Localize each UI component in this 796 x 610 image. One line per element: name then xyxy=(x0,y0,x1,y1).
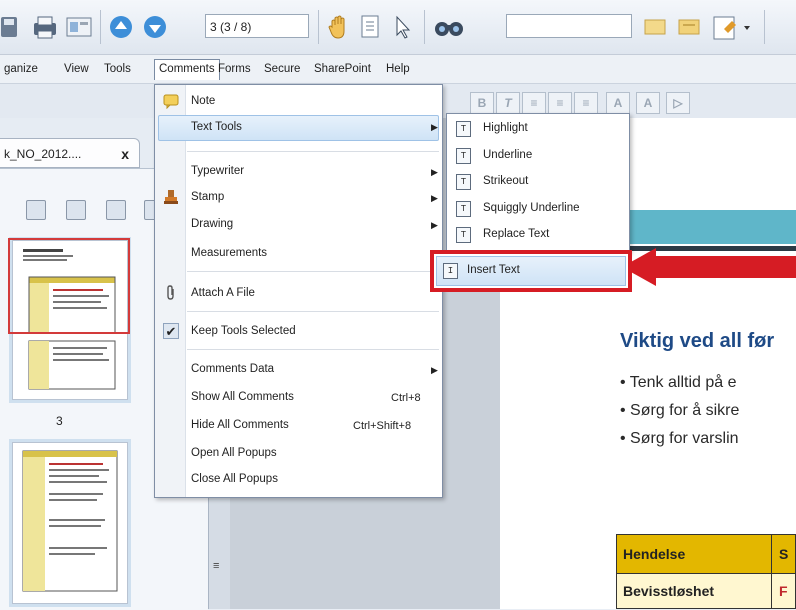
menu-item-typewriter[interactable]: Typewriter xyxy=(191,165,244,177)
align-center-icon: ≡ xyxy=(548,92,572,114)
underline-text-icon: T xyxy=(456,148,471,164)
highlight-text-icon: T xyxy=(456,121,471,137)
thumbnail-tool-icon[interactable] xyxy=(106,200,126,220)
submenu-arrow-icon: ▶ xyxy=(431,220,438,230)
table-header-row: Hendelse S xyxy=(616,534,796,574)
document-heading: Viktig ved all før xyxy=(620,330,775,352)
replace-text-icon: T xyxy=(456,227,471,243)
close-icon[interactable]: x xyxy=(121,139,129,169)
submenu-item-replace-text[interactable]: Replace Text xyxy=(483,228,549,240)
submenu-arrow-icon: ▶ xyxy=(431,193,438,203)
print-icon[interactable] xyxy=(30,10,60,44)
text-direction-icon: ▷ xyxy=(666,92,690,114)
submenu-arrow-icon: ▶ xyxy=(431,122,438,132)
table-cell: F xyxy=(779,583,788,599)
menu-forms[interactable]: Forms xyxy=(214,60,255,78)
menu-item-text-tools[interactable]: Text Tools xyxy=(191,121,242,133)
thumbnail-tool-icon[interactable] xyxy=(66,200,86,220)
document-bullet: • Sørg for varslin xyxy=(620,430,739,447)
shortcut-label: Ctrl+8 xyxy=(391,392,421,404)
italic-icon: T xyxy=(496,92,520,114)
menu-view[interactable]: View xyxy=(60,60,93,78)
font-size-icon: A xyxy=(606,92,630,114)
page-number-input[interactable]: 3 (3 / 8) xyxy=(205,14,309,38)
highlight-icon[interactable] xyxy=(640,10,670,44)
menu-item-measurements[interactable]: Measurements xyxy=(191,247,267,259)
stamp-icon[interactable] xyxy=(708,10,758,44)
table-header-cell: Hendelse xyxy=(623,546,686,562)
submenu-item-strikeout[interactable]: Strikeout xyxy=(483,175,528,187)
main-toolbar: 3 (3 / 8) xyxy=(0,0,796,55)
document-bullet: • Sørg for å sikre xyxy=(620,402,740,419)
document-tab[interactable]: k_NO_2012.... x xyxy=(0,138,140,168)
menu-item-attach-file[interactable]: Attach A File xyxy=(191,287,255,299)
prev-page-icon[interactable] xyxy=(106,10,136,44)
table-header-cell: S xyxy=(779,546,789,562)
checkmark-icon: ✔ xyxy=(163,323,179,339)
thumbnail-tool-icon[interactable] xyxy=(26,200,46,220)
comment-icon[interactable] xyxy=(674,10,704,44)
document-tab-label: k_NO_2012.... xyxy=(4,147,82,161)
document-bullet: • Tenk alltid på e xyxy=(620,374,737,391)
squiggly-underline-icon: T xyxy=(456,201,471,217)
comments-menu: Note Text Tools ▶ Typewriter ▶ Stamp ▶ D… xyxy=(154,84,443,498)
annotation-arrow xyxy=(650,256,796,278)
menu-item-drawing[interactable]: Drawing xyxy=(191,218,233,230)
table-row: Bevisstløshet F xyxy=(616,574,796,609)
bold-icon: B xyxy=(470,92,494,114)
hand-tool-icon[interactable] xyxy=(324,10,354,44)
align-right-icon: ≡ xyxy=(574,92,598,114)
splitter-grip-icon[interactable]: ≡ xyxy=(213,560,219,572)
menu-item-note[interactable]: Note xyxy=(191,95,215,107)
text-tools-submenu: T Highlight T Underline T Strikeout T Sq… xyxy=(446,113,630,253)
menu-sharepoint[interactable]: SharePoint xyxy=(310,60,375,78)
menu-item-stamp[interactable]: Stamp xyxy=(191,191,224,203)
menu-bar: ganize View Tools Comments Forms Secure … xyxy=(0,55,796,84)
find-icon[interactable] xyxy=(432,10,466,44)
next-page-icon[interactable] xyxy=(140,10,170,44)
table-cell: Bevisstløshet xyxy=(623,583,715,599)
menu-item-hide-all-comments[interactable]: Hide All Comments xyxy=(191,419,289,431)
menu-item-keep-tools-selected[interactable]: Keep Tools Selected xyxy=(191,325,296,337)
menu-item-comments-data[interactable]: Comments Data xyxy=(191,363,274,375)
stamp-icon xyxy=(163,189,179,205)
menu-item-close-all-popups[interactable]: Close All Popups xyxy=(191,473,278,485)
thumbnail-selection-marker xyxy=(8,238,130,334)
submenu-item-insert-text-label: Insert Text xyxy=(467,264,520,276)
menu-tools[interactable]: Tools xyxy=(100,60,135,78)
menu-comments[interactable]: Comments xyxy=(154,59,220,80)
paperclip-icon xyxy=(163,285,179,301)
menu-secure[interactable]: Secure xyxy=(260,60,304,78)
strikeout-text-icon: T xyxy=(456,174,471,190)
menu-help[interactable]: Help xyxy=(382,60,414,78)
find-input[interactable] xyxy=(506,14,632,38)
menu-item-open-all-popups[interactable]: Open All Popups xyxy=(191,447,277,459)
select-text-icon[interactable] xyxy=(356,10,386,44)
menu-item-show-all-comments[interactable]: Show All Comments xyxy=(191,391,294,403)
submenu-item-squiggly-underline[interactable]: Squiggly Underline xyxy=(483,202,580,214)
page-number-stepper xyxy=(174,10,202,44)
note-icon xyxy=(163,93,179,110)
align-left-icon: ≡ xyxy=(522,92,546,114)
insert-text-icon: I xyxy=(443,263,458,279)
view-icon[interactable] xyxy=(64,10,94,44)
page-thumbnail[interactable] xyxy=(12,442,128,604)
save-icon[interactable] xyxy=(0,10,22,44)
submenu-arrow-icon: ▶ xyxy=(431,365,438,375)
submenu-item-insert-text[interactable]: I Insert Text xyxy=(436,256,626,286)
submenu-arrow-icon: ▶ xyxy=(431,167,438,177)
menu-organize[interactable]: ganize xyxy=(0,60,42,78)
shortcut-label: Ctrl+Shift+8 xyxy=(353,420,412,432)
select-icon[interactable] xyxy=(388,10,418,44)
thumbnail-page-label: 3 xyxy=(56,414,63,428)
submenu-item-underline[interactable]: Underline xyxy=(483,149,532,161)
submenu-item-highlight[interactable]: Highlight xyxy=(483,122,528,134)
font-color-icon: A xyxy=(636,92,660,114)
